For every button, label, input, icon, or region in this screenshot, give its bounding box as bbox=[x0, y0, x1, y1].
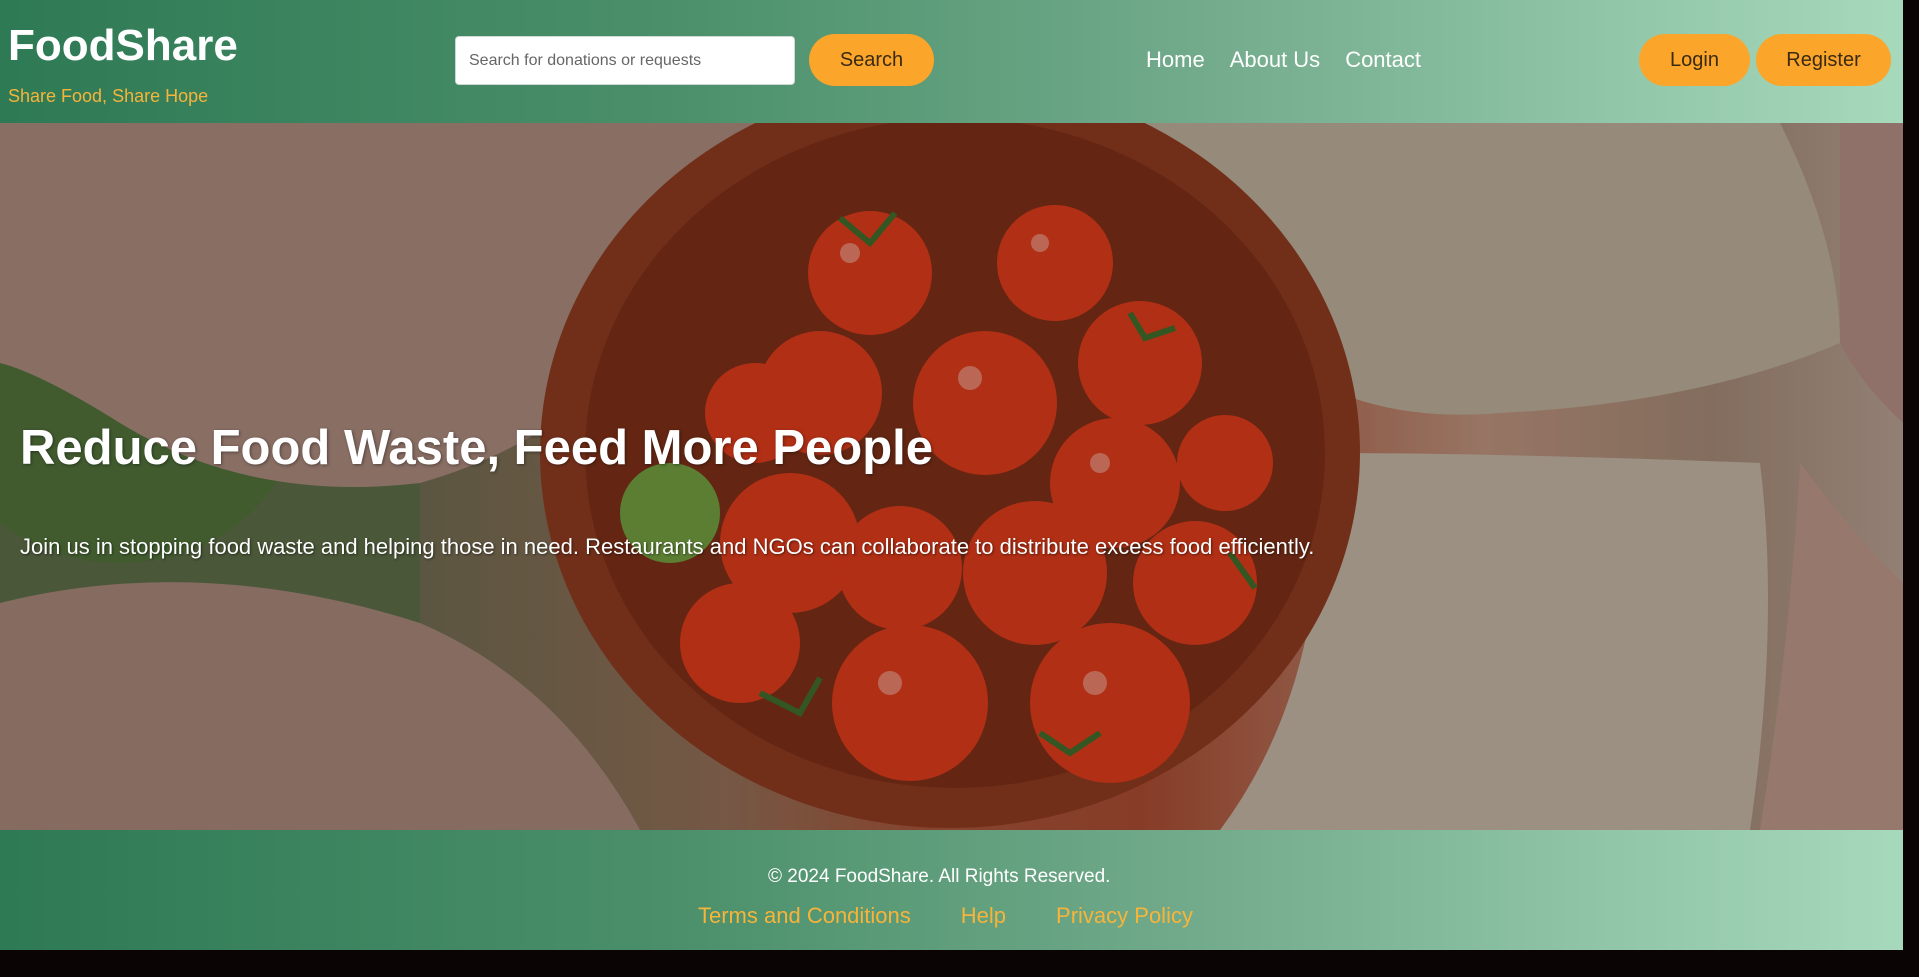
search-input[interactable] bbox=[455, 36, 795, 85]
hero-overlay bbox=[0, 123, 1903, 830]
page: FoodShare Share Food, Share Hope Search … bbox=[0, 0, 1903, 950]
register-button[interactable]: Register bbox=[1756, 34, 1891, 86]
search-button[interactable]: Search bbox=[809, 34, 934, 86]
copyright-text: © 2024 FoodShare. All Rights Reserved. bbox=[768, 866, 1111, 887]
site-title[interactable]: FoodShare bbox=[8, 22, 238, 70]
footer-link-privacy[interactable]: Privacy Policy bbox=[1056, 903, 1193, 929]
footer-links: Terms and Conditions Help Privacy Policy bbox=[698, 903, 1243, 929]
footer-link-terms[interactable]: Terms and Conditions bbox=[698, 903, 911, 929]
login-button[interactable]: Login bbox=[1639, 34, 1750, 86]
site-footer: © 2024 FoodShare. All Rights Reserved. T… bbox=[0, 830, 1903, 950]
nav-about-us[interactable]: About Us bbox=[1230, 46, 1321, 74]
hero-title: Reduce Food Waste, Feed More People bbox=[20, 421, 934, 475]
nav-home[interactable]: Home bbox=[1146, 46, 1205, 74]
footer-link-help[interactable]: Help bbox=[961, 903, 1006, 929]
site-header: FoodShare Share Food, Share Hope Search … bbox=[0, 0, 1903, 123]
hero-section: Reduce Food Waste, Feed More People Join… bbox=[0, 123, 1903, 830]
main-nav: Home About Us Contact bbox=[1146, 46, 1446, 74]
site-tagline: Share Food, Share Hope bbox=[8, 86, 209, 106]
hero-description: Join us in stopping food waste and helpi… bbox=[20, 534, 1315, 559]
nav-contact[interactable]: Contact bbox=[1345, 46, 1421, 74]
brand[interactable]: FoodShare Share Food, Share Hope bbox=[8, 22, 238, 107]
